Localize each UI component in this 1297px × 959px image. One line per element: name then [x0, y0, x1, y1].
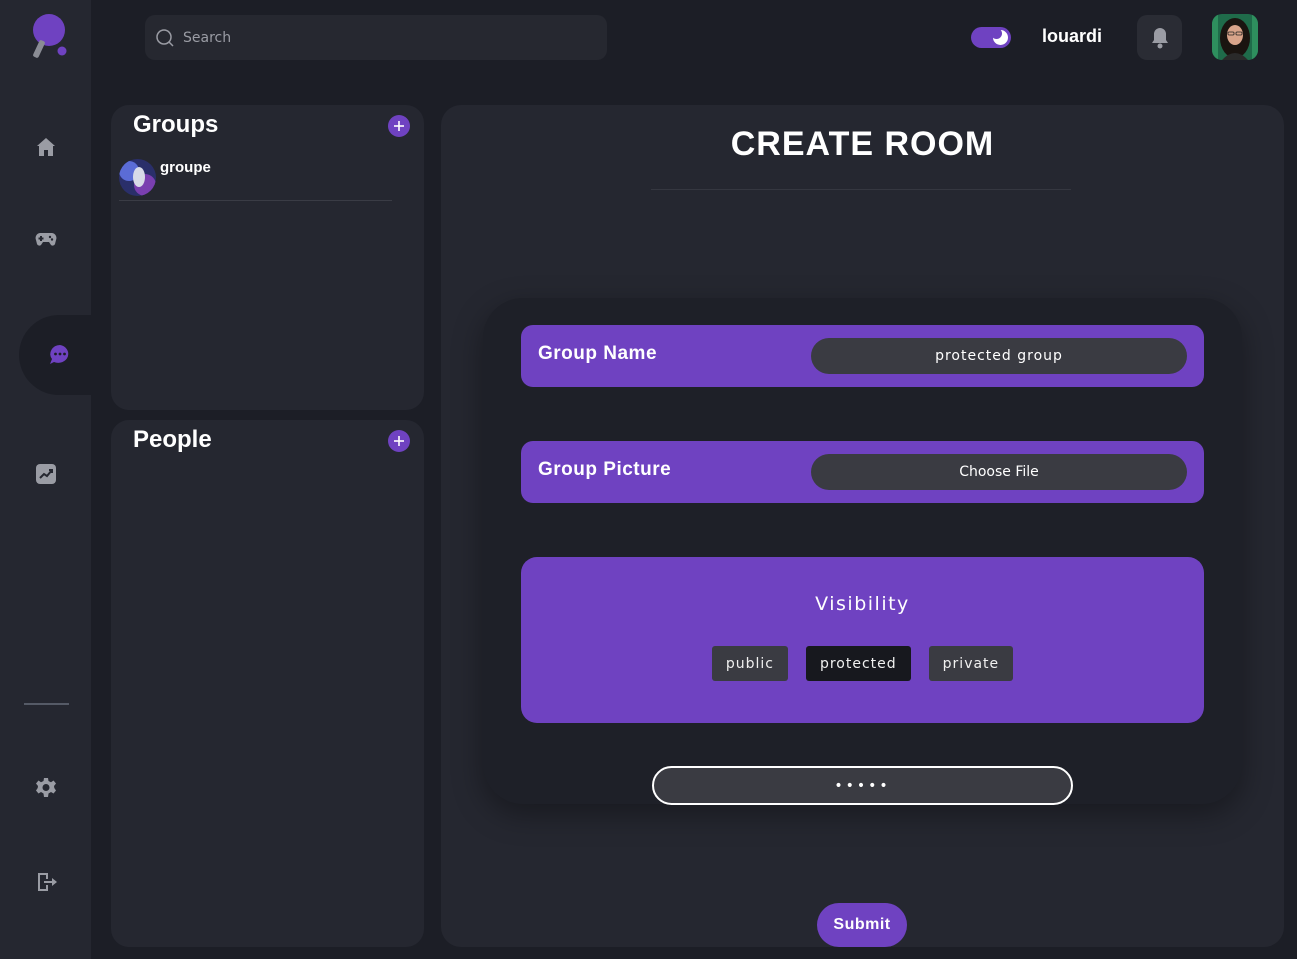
moon-icon	[991, 28, 1008, 45]
logo-icon[interactable]	[30, 14, 70, 60]
search-input[interactable]	[183, 29, 583, 46]
sidebar-item-logout[interactable]	[0, 852, 91, 912]
page-title: CREATE ROOM	[730, 125, 995, 163]
list-item[interactable]: groupe	[119, 157, 392, 201]
search-bar	[145, 15, 607, 60]
group-name-row: Group Name protected group	[521, 325, 1204, 387]
avatar[interactable]	[1212, 14, 1258, 60]
group-picture-label: Group Picture	[538, 459, 672, 480]
plus-icon	[394, 436, 404, 446]
groups-panel: Groups groupe	[111, 105, 424, 410]
add-person-button[interactable]	[388, 430, 410, 452]
chat-icon	[49, 345, 68, 364]
visibility-private-button[interactable]: private	[928, 646, 1014, 681]
create-room-panel: CREATE ROOM Group Name protected group G…	[441, 105, 1284, 947]
password-input[interactable]: •••••	[652, 766, 1073, 805]
gear-icon	[35, 778, 56, 797]
sidebar-item-game[interactable]	[0, 208, 91, 268]
visibility-section: Visibility public protected private	[521, 557, 1204, 723]
people-panel: People	[111, 420, 424, 947]
people-title: People	[133, 426, 212, 453]
logout-icon	[37, 873, 57, 891]
bell-icon	[1151, 27, 1168, 48]
submit-button[interactable]: Submit	[817, 903, 907, 947]
title-divider	[651, 189, 1071, 190]
sidebar-item-stats[interactable]	[0, 444, 91, 504]
chart-icon	[35, 464, 56, 484]
theme-toggle[interactable]	[971, 27, 1011, 48]
gamepad-icon	[35, 233, 56, 246]
notifications-button[interactable]	[1137, 15, 1182, 60]
visibility-options: public protected private	[521, 646, 1204, 681]
visibility-label: Visibility	[815, 593, 910, 615]
plus-icon	[394, 121, 404, 131]
group-picture-row: Group Picture Choose File	[521, 441, 1204, 503]
add-group-button[interactable]	[388, 115, 410, 137]
sidebar-item-home[interactable]	[0, 117, 91, 177]
sidebar-item-settings[interactable]	[0, 758, 91, 818]
sidebar-item-chat[interactable]	[14, 325, 105, 385]
groups-title: Groups	[133, 111, 219, 138]
sidebar	[0, 0, 109, 959]
choose-file-button[interactable]: Choose File	[811, 454, 1187, 490]
sidebar-divider	[24, 703, 69, 705]
group-name: groupe	[160, 159, 211, 176]
group-name-label: Group Name	[538, 343, 658, 364]
visibility-protected-button[interactable]: protected	[805, 646, 911, 681]
visibility-public-button[interactable]: public	[711, 646, 788, 681]
home-icon	[36, 138, 55, 156]
group-avatar	[119, 159, 156, 196]
search-icon	[156, 28, 174, 47]
group-name-input[interactable]: protected group	[811, 338, 1187, 374]
create-room-form: Group Name protected group Group Picture…	[483, 298, 1242, 804]
username[interactable]: louardi	[1042, 26, 1102, 47]
